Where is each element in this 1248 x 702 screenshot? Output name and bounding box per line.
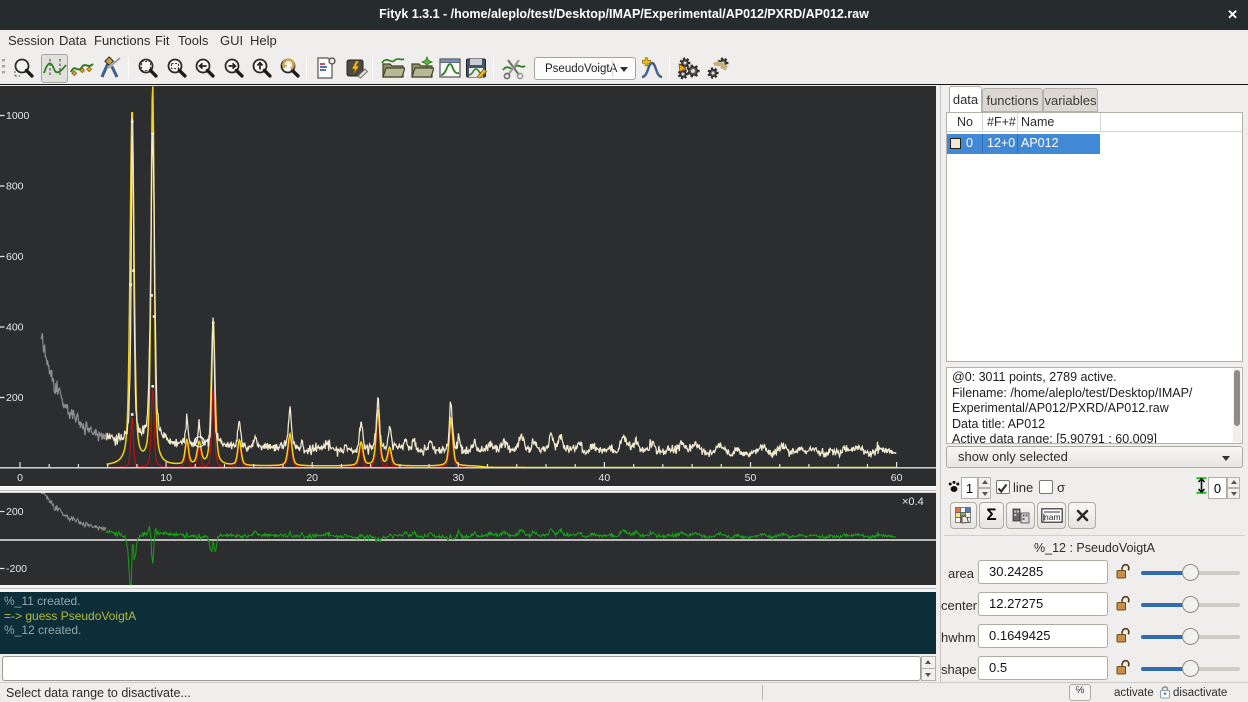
svg-text:10: 10 [160, 472, 172, 484]
svg-text:20: 20 [306, 472, 318, 484]
svg-text:nam: nam [1044, 512, 1061, 522]
svg-text:40: 40 [599, 472, 611, 484]
svg-text:600: 600 [6, 251, 24, 263]
svg-text:-200: -200 [6, 563, 27, 575]
svg-text:200: 200 [6, 392, 24, 404]
svg-text:200: 200 [6, 506, 24, 518]
svg-text:0: 0 [17, 472, 23, 484]
svg-text:60: 60 [891, 472, 903, 484]
svg-text:800: 800 [6, 181, 24, 193]
svg-text:1000: 1000 [6, 110, 30, 122]
svg-text:30: 30 [452, 472, 464, 484]
svg-text:400: 400 [6, 322, 24, 334]
svg-text:50: 50 [745, 472, 757, 484]
svg-text:×0.4: ×0.4 [902, 496, 924, 508]
